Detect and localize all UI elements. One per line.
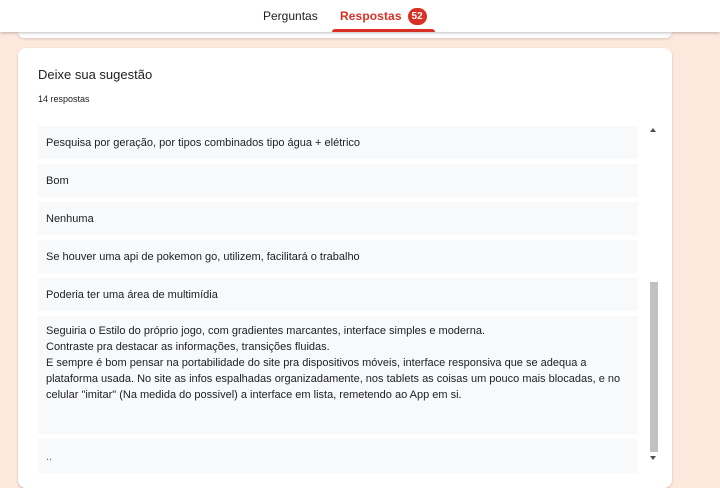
response-item: Se houver uma api de pokemon go, utilize… <box>38 240 638 273</box>
scrollbar-thumb[interactable] <box>650 282 658 452</box>
response-item: Seguiria o Estilo do próprio jogo, com g… <box>38 316 638 434</box>
responses-count-badge: 52 <box>407 8 427 25</box>
previous-card-edge <box>18 32 672 38</box>
scroll-down-arrow-icon[interactable] <box>650 456 656 460</box>
scroll-up-arrow-icon[interactable] <box>650 128 656 132</box>
tab-respostas[interactable]: Respostas 52 <box>332 0 435 32</box>
tab-perguntas[interactable]: Perguntas <box>263 0 318 32</box>
question-summary-card: Deixe sua sugestão 14 respostas Pesquisa… <box>18 48 672 488</box>
response-item: Poderia ter uma área de multimídia <box>38 278 638 311</box>
top-tab-bar: Perguntas Respostas 52 <box>0 0 720 32</box>
response-item: .. <box>38 439 638 473</box>
response-item: Pesquisa por geração, por tipos combinad… <box>38 126 638 159</box>
response-list[interactable]: Pesquisa por geração, por tipos combinad… <box>38 126 638 478</box>
question-title: Deixe sua sugestão <box>38 67 153 82</box>
tab-respostas-label: Respostas <box>340 9 402 23</box>
active-tab-indicator <box>332 29 435 32</box>
response-item: Nenhuma <box>38 202 638 235</box>
response-item: Bom <box>38 164 638 197</box>
tab-perguntas-label: Perguntas <box>263 9 318 23</box>
response-list-scrollbar[interactable] <box>648 126 660 466</box>
response-count: 14 respostas <box>38 94 90 104</box>
